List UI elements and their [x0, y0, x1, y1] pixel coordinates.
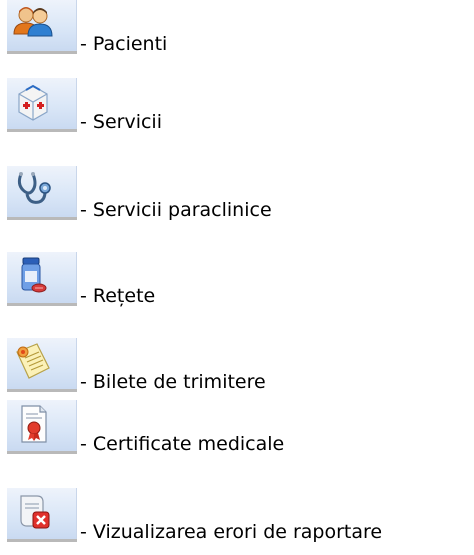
legend-label: - Rețete: [80, 285, 156, 307]
button-underline: [7, 389, 77, 392]
services-icon: [18, 84, 48, 121]
error-report-icon: [20, 495, 50, 529]
button-underline: [7, 539, 77, 542]
button-underline: [7, 129, 77, 132]
button-underline: [7, 51, 77, 54]
paraclinical-services-button[interactable]: [7, 166, 77, 220]
button-underline: [7, 217, 77, 220]
legend-label: - Vizualizarea erori de raportare: [80, 521, 383, 543]
legend-item-certificate-medicale: - Certificate medicale: [0, 400, 474, 460]
patients-icon: [13, 7, 53, 37]
legend-item-servicii-paraclinice: - Servicii paraclinice: [0, 166, 474, 226]
button-underline: [7, 451, 77, 454]
legend-item-pacienti: - Pacienti: [0, 0, 474, 60]
legend-item-erori-raportare: - Vizualizarea erori de raportare: [0, 488, 474, 548]
referrals-button[interactable]: [7, 338, 77, 392]
icon-legend: - Pacienti - Servicii - Servicii paracli…: [0, 0, 474, 555]
button-underline: [7, 303, 77, 306]
referral-document-icon: [16, 343, 50, 379]
prescription-bottle-icon: [21, 257, 47, 293]
services-button[interactable]: [7, 78, 77, 132]
legend-item-servicii: - Servicii: [0, 78, 474, 138]
patients-button[interactable]: [7, 0, 77, 54]
legend-label: - Certificate medicale: [80, 433, 285, 455]
legend-item-retete: - Rețete: [0, 252, 474, 312]
medical-certificate-icon: [21, 405, 47, 443]
legend-item-bilete-de-trimitere: - Bilete de trimitere: [0, 338, 474, 398]
legend-label: - Bilete de trimitere: [80, 371, 266, 393]
legend-label: - Pacienti: [80, 33, 168, 55]
legend-label: - Servicii paraclinice: [80, 199, 272, 221]
stethoscope-icon: [17, 172, 51, 204]
prescriptions-button[interactable]: [7, 252, 77, 306]
legend-label: - Servicii: [80, 111, 162, 133]
medical-certificates-button[interactable]: [7, 400, 77, 454]
reporting-errors-button[interactable]: [7, 488, 77, 542]
